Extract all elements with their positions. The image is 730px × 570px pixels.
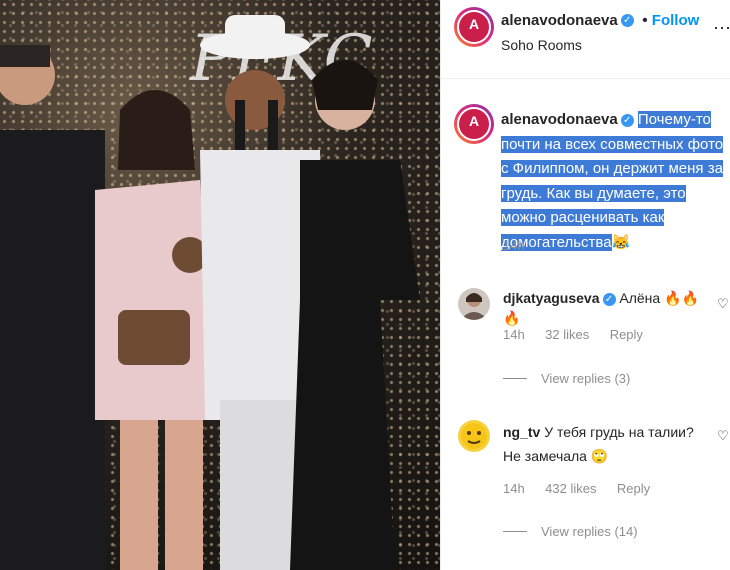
reply-button[interactable]: Reply — [610, 327, 643, 342]
verified-badge-icon: ✓ — [602, 292, 616, 306]
caption-timestamp[interactable]: 14h — [503, 238, 525, 253]
verified-badge-icon: ✓ — [620, 14, 634, 28]
follow-button[interactable]: Follow — [652, 12, 700, 29]
author-line: alenavodonaeva ✓ • Follow — [501, 12, 699, 30]
more-options-icon[interactable]: ⋯ — [713, 18, 730, 39]
post-photo: PFKC — [0, 0, 440, 570]
comment-avatar[interactable] — [458, 288, 490, 320]
view-replies-label[interactable]: View replies (3) — [541, 371, 630, 386]
view-replies[interactable]: View replies (14) — [503, 523, 638, 541]
comment-body: ng_tv У тебя грудь на талии? Не замечала… — [503, 420, 708, 468]
comment-likes[interactable]: 432 likes — [545, 481, 596, 496]
caption-author-username[interactable]: alenavodonaeva — [501, 111, 618, 128]
author-username[interactable]: alenavodonaeva — [501, 12, 618, 29]
caption-emoji: 😹 — [611, 233, 631, 251]
comment-likes[interactable]: 32 likes — [545, 327, 589, 342]
like-heart-icon[interactable]: ♡ — [717, 296, 729, 312]
caption: alenavodonaeva ✓ Почему-то почти на всех … — [501, 108, 729, 255]
comment-body: djkatyaguseva ✓ Алёна 🔥🔥🔥 — [503, 288, 703, 328]
separator-dot: • — [642, 12, 648, 29]
comment-time[interactable]: 14h — [503, 481, 525, 496]
post-location[interactable]: Soho Rooms — [501, 37, 582, 53]
divider-line — [503, 531, 527, 533]
caption-author-avatar[interactable]: A — [454, 104, 494, 144]
reply-button[interactable]: Reply — [617, 481, 650, 496]
view-replies[interactable]: View replies (3) — [503, 370, 630, 388]
comment-emoji: 🙄 — [590, 448, 609, 464]
post-side-panel: A alenavodonaeva ✓ • Follow Soho Rooms ⋯ A… — [440, 0, 730, 570]
comment-avatar[interactable] — [458, 420, 490, 452]
caption-text: Почему-то почти на всех совместных фото … — [501, 111, 724, 251]
comment-meta: 14h 432 likes Reply — [503, 480, 650, 498]
divider-line — [503, 378, 527, 380]
verified-badge-icon: ✓ — [620, 113, 634, 127]
comment-time[interactable]: 14h — [503, 327, 525, 342]
comment-username[interactable]: djkatyaguseva — [503, 290, 600, 306]
photo-people-illustration: PFKC — [0, 15, 420, 570]
post-header: A alenavodonaeva ✓ • Follow Soho Rooms ⋯ — [441, 0, 730, 79]
like-heart-icon[interactable]: ♡ — [717, 428, 729, 444]
comment-text: Алёна — [619, 290, 661, 306]
comment-username[interactable]: ng_tv — [503, 424, 540, 440]
author-avatar[interactable]: A — [454, 7, 494, 47]
view-replies-label[interactable]: View replies (14) — [541, 524, 638, 539]
comment-meta: 14h 32 likes Reply — [503, 326, 643, 344]
